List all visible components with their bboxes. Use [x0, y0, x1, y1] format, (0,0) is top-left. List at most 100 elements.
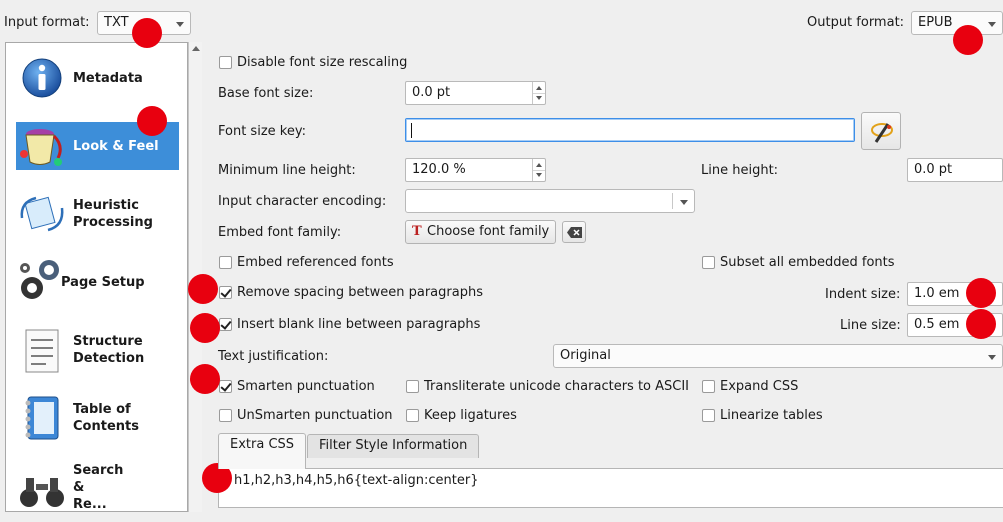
text-justification-label: Text justification:	[218, 349, 329, 364]
unsmarten-punctuation-checkbox[interactable]	[219, 409, 232, 422]
sidebar-item-structure-detection[interactable]: Structure Detection	[16, 326, 179, 374]
font-size-wizard-button[interactable]	[861, 112, 901, 150]
disable-font-rescaling-checkbox[interactable]	[219, 56, 232, 69]
min-line-height-label: Minimum line height:	[218, 163, 356, 178]
backspace-icon	[567, 227, 582, 238]
line-height-label: Line height:	[701, 163, 779, 178]
embed-font-family-label: Embed font family:	[218, 225, 342, 240]
expand-css-label: Expand CSS	[720, 379, 799, 394]
spinner[interactable]	[532, 82, 545, 104]
sidebar-item-label: Processing	[73, 215, 153, 230]
min-line-height-input[interactable]: 120.0 %	[405, 158, 546, 182]
output-format-label: Output format:	[807, 15, 905, 30]
indent-size-value: 1.0 em	[914, 286, 960, 301]
indent-size-label: Indent size:	[825, 287, 901, 302]
base-font-size-label: Base font size:	[218, 86, 314, 101]
line-height-value: 0.0 pt	[914, 162, 953, 177]
chevron-down-icon[interactable]	[680, 200, 688, 205]
keep-ligatures-label: Keep ligatures	[424, 408, 517, 423]
sidebar-item-label: Look & Feel	[73, 139, 159, 154]
line-size-label: Line size:	[840, 318, 901, 333]
tab-extra-css[interactable]: Extra CSS	[218, 433, 307, 469]
gears-icon	[20, 260, 59, 299]
spin-up-icon[interactable]	[536, 86, 542, 90]
input-format-label: Input format:	[4, 15, 90, 30]
subset-embedded-fonts-checkbox[interactable]	[702, 256, 715, 269]
input-format-value: TXT	[104, 15, 129, 30]
remove-spacing-checkbox[interactable]	[219, 286, 232, 299]
base-font-size-input[interactable]: 0.0 pt	[405, 81, 546, 105]
sidebar-item-label: Metadata	[73, 71, 143, 86]
extra-css-editor[interactable]: h1,h2,h3,h4,h5,h6{text-align:center}	[218, 468, 1003, 508]
sidebar-item-label: &	[73, 480, 85, 495]
tab-label: Filter Style Information	[319, 438, 468, 453]
sidebar-item-search-replace[interactable]: Search & Re...	[16, 462, 179, 522]
extra-css-text: h1,h2,h3,h4,h5,h6{text-align:center}	[234, 473, 479, 488]
sidebar-item-heuristic-processing[interactable]: Heuristic Processing	[16, 190, 179, 238]
sidebar-item-label: Contents	[73, 419, 139, 434]
marker-dot	[966, 309, 996, 339]
keep-ligatures-checkbox[interactable]	[406, 409, 419, 422]
spin-down-icon[interactable]	[536, 173, 542, 177]
sidebar-item-label: Table of	[73, 402, 131, 417]
sidebar-item-metadata[interactable]: Metadata	[16, 54, 179, 102]
sidebar-item-label: Detection	[73, 351, 145, 366]
text-justification-select[interactable]: Original	[553, 344, 1003, 368]
sidebar-item-label: Structure	[73, 334, 143, 349]
remove-spacing-label: Remove spacing between paragraphs	[237, 285, 483, 300]
info-icon	[22, 58, 62, 98]
spin-down-icon[interactable]	[536, 96, 542, 100]
smarten-punctuation-checkbox[interactable]	[219, 380, 232, 393]
unsmarten-punctuation-label: UnSmarten punctuation	[237, 408, 393, 423]
linearize-tables-checkbox[interactable]	[702, 409, 715, 422]
marker-dot	[953, 25, 983, 55]
spin-up-icon[interactable]	[536, 163, 542, 167]
linearize-tables-label: Linearize tables	[720, 408, 823, 423]
heuristic-icon	[20, 196, 64, 232]
chevron-down-icon	[176, 22, 184, 27]
smarten-punctuation-label: Smarten punctuation	[237, 379, 375, 394]
input-encoding-combo[interactable]	[405, 189, 695, 213]
input-encoding-label: Input character encoding:	[218, 194, 387, 209]
line-height-input[interactable]: 0.0 pt	[907, 158, 1003, 182]
min-line-height-value: 120.0 %	[412, 162, 466, 177]
marker-dot	[190, 364, 220, 394]
marker-dot	[966, 278, 996, 308]
font-icon: T	[412, 224, 422, 239]
transliterate-checkbox[interactable]	[406, 380, 419, 393]
magic-wand-icon	[871, 123, 893, 143]
scroll-up-icon[interactable]	[192, 46, 200, 51]
choose-font-family-button[interactable]: T Choose font family	[405, 220, 556, 244]
spinner[interactable]	[532, 159, 545, 181]
sidebar-item-label: Heuristic	[73, 198, 139, 213]
text-justification-value: Original	[560, 348, 611, 363]
base-font-size-value: 0.0 pt	[412, 85, 451, 100]
disable-font-rescaling-label: Disable font size rescaling	[237, 55, 408, 70]
paint-bucket-icon	[20, 129, 62, 166]
choose-font-family-label: Choose font family	[427, 224, 550, 239]
marker-dot	[137, 106, 167, 136]
chevron-down-icon	[988, 355, 996, 360]
sidebar-item-label: Page Setup	[61, 275, 145, 290]
chevron-down-icon	[988, 22, 996, 27]
sidebar-item-page-setup[interactable]: Page Setup	[16, 258, 179, 306]
insert-blank-line-checkbox[interactable]	[219, 318, 232, 331]
expand-css-checkbox[interactable]	[702, 380, 715, 393]
sidebar-item-table-of-contents[interactable]: Table of Contents	[16, 394, 179, 442]
document-icon	[25, 329, 59, 373]
font-size-key-label: Font size key:	[218, 124, 306, 139]
line-size-value: 0.5 em	[914, 317, 960, 332]
subset-embedded-fonts-label: Subset all embedded fonts	[720, 255, 895, 270]
transliterate-label: Transliterate unicode characters to ASCI…	[424, 379, 690, 394]
font-size-key-input[interactable]	[405, 118, 855, 142]
text-cursor	[411, 123, 412, 138]
embed-referenced-fonts-checkbox[interactable]	[219, 256, 232, 269]
binoculars-icon	[20, 478, 64, 507]
output-format-value: EPUB	[918, 15, 953, 30]
sidebar-item-label: Re...	[73, 497, 107, 512]
tab-label: Extra CSS	[230, 437, 295, 452]
marker-dot	[190, 313, 220, 343]
clear-font-family-button[interactable]	[562, 221, 586, 243]
tab-filter-style-information[interactable]: Filter Style Information	[307, 434, 480, 458]
sidebar-item-label: Search	[73, 463, 124, 478]
